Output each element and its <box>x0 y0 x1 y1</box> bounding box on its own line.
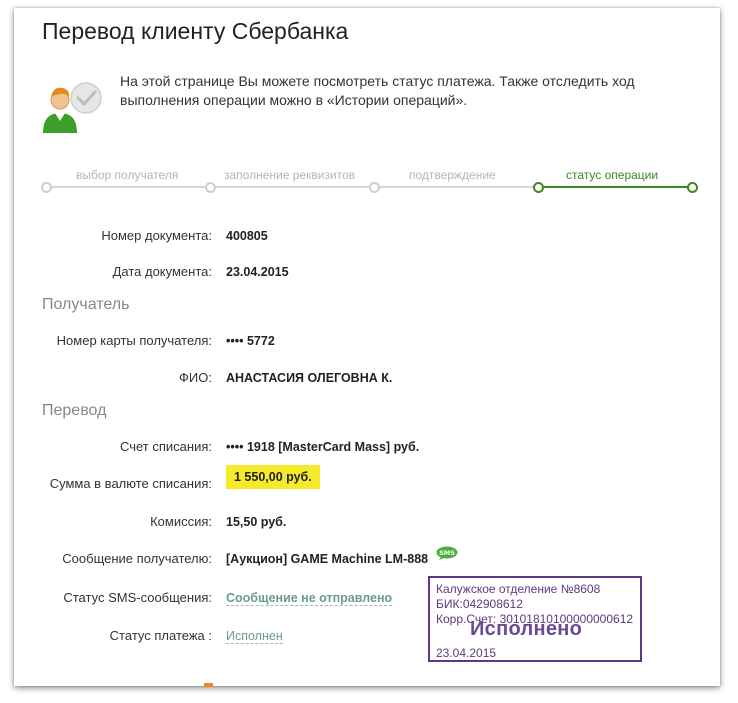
step-line-3 <box>374 186 536 188</box>
stamp-date: 23.04.2015 <box>436 646 497 660</box>
stamp-branch: Калужское отделение №8608 <box>436 582 601 596</box>
step-dot-2 <box>205 182 216 193</box>
step-line-1 <box>46 186 210 188</box>
recipient-section-title: Получатель <box>42 296 130 313</box>
step-confirmation: подтверждение <box>409 168 496 182</box>
payment-status-panel: Перевод клиенту Сбербанка На этой страни… <box>14 8 720 687</box>
fee-value: 15,50 руб. <box>226 515 287 529</box>
sms-status-row: Сообщение не отправлено <box>226 591 393 606</box>
document-number-value: 400805 <box>226 229 268 243</box>
page-title: Перевод клиенту Сбербанка <box>42 18 349 44</box>
payment-status-label: Статус платежа : <box>109 628 212 643</box>
transfer-section-title: Перевод <box>42 402 107 419</box>
fee-label: Комиссия: <box>150 514 212 529</box>
sms-icon: SMS <box>436 546 458 560</box>
payment-status-row: Исполнен <box>226 629 283 644</box>
amount-label: Сумма в валюте списания: <box>49 476 212 491</box>
step-dot-4 <box>533 182 544 193</box>
user-check-icon <box>43 82 102 133</box>
document-date-value: 23.04.2015 <box>226 265 289 279</box>
step-fill-details: заполнение реквизитов <box>224 168 356 182</box>
message-value-row: [Аукцион] GAME Machine LM-888 SMS <box>226 546 458 566</box>
amount-value-highlight: 1 550,00 руб. <box>226 465 320 489</box>
progress-steps: выбор получателя заполнение реквизитов п… <box>41 168 698 198</box>
debit-account-value: •••• 1918 [MasterCard Mass] руб. <box>226 440 420 454</box>
stamp-bik: БИК:042908612 <box>436 597 523 611</box>
sms-status-label: Статус SMS-сообщения: <box>63 590 212 605</box>
step-dot-1 <box>41 182 52 193</box>
bank-stamp: Калужское отделение №8608 БИК:042908612 … <box>428 576 642 662</box>
document-date-label: Дата документа: <box>112 264 212 279</box>
step-line-4 <box>536 186 692 188</box>
recipient-name-value: АНАСТАСИЯ ОЛЕГОВНА К. <box>226 371 393 385</box>
message-value: [Аукцион] GAME Machine LM-888 <box>226 552 429 566</box>
step-dot-end <box>687 182 698 193</box>
sms-badge-text: SMS <box>439 549 455 557</box>
amount-value: 1 550,00 руб. <box>226 465 320 489</box>
recipient-card-value: •••• 5772 <box>226 334 275 348</box>
orange-marker <box>204 683 213 687</box>
step-line-2 <box>210 186 374 188</box>
payment-status-link[interactable]: Исполнен <box>226 629 283 644</box>
step-select-recipient: выбор получателя <box>76 168 179 182</box>
info-text: На этой странице Вы можете посмотреть ст… <box>120 73 635 108</box>
sms-status-link[interactable]: Сообщение не отправлено <box>226 591 393 606</box>
document-number-label: Номер документа: <box>101 228 212 243</box>
stamp-status: Исполнено <box>470 618 583 640</box>
step-operation-status: статус операции <box>566 168 659 182</box>
step-dot-3 <box>369 182 380 193</box>
debit-account-label: Счет списания: <box>119 439 212 454</box>
message-label: Сообщение получателю: <box>62 551 212 566</box>
recipient-card-label: Номер карты получателя: <box>56 333 212 348</box>
recipient-name-label: ФИО: <box>179 370 212 385</box>
